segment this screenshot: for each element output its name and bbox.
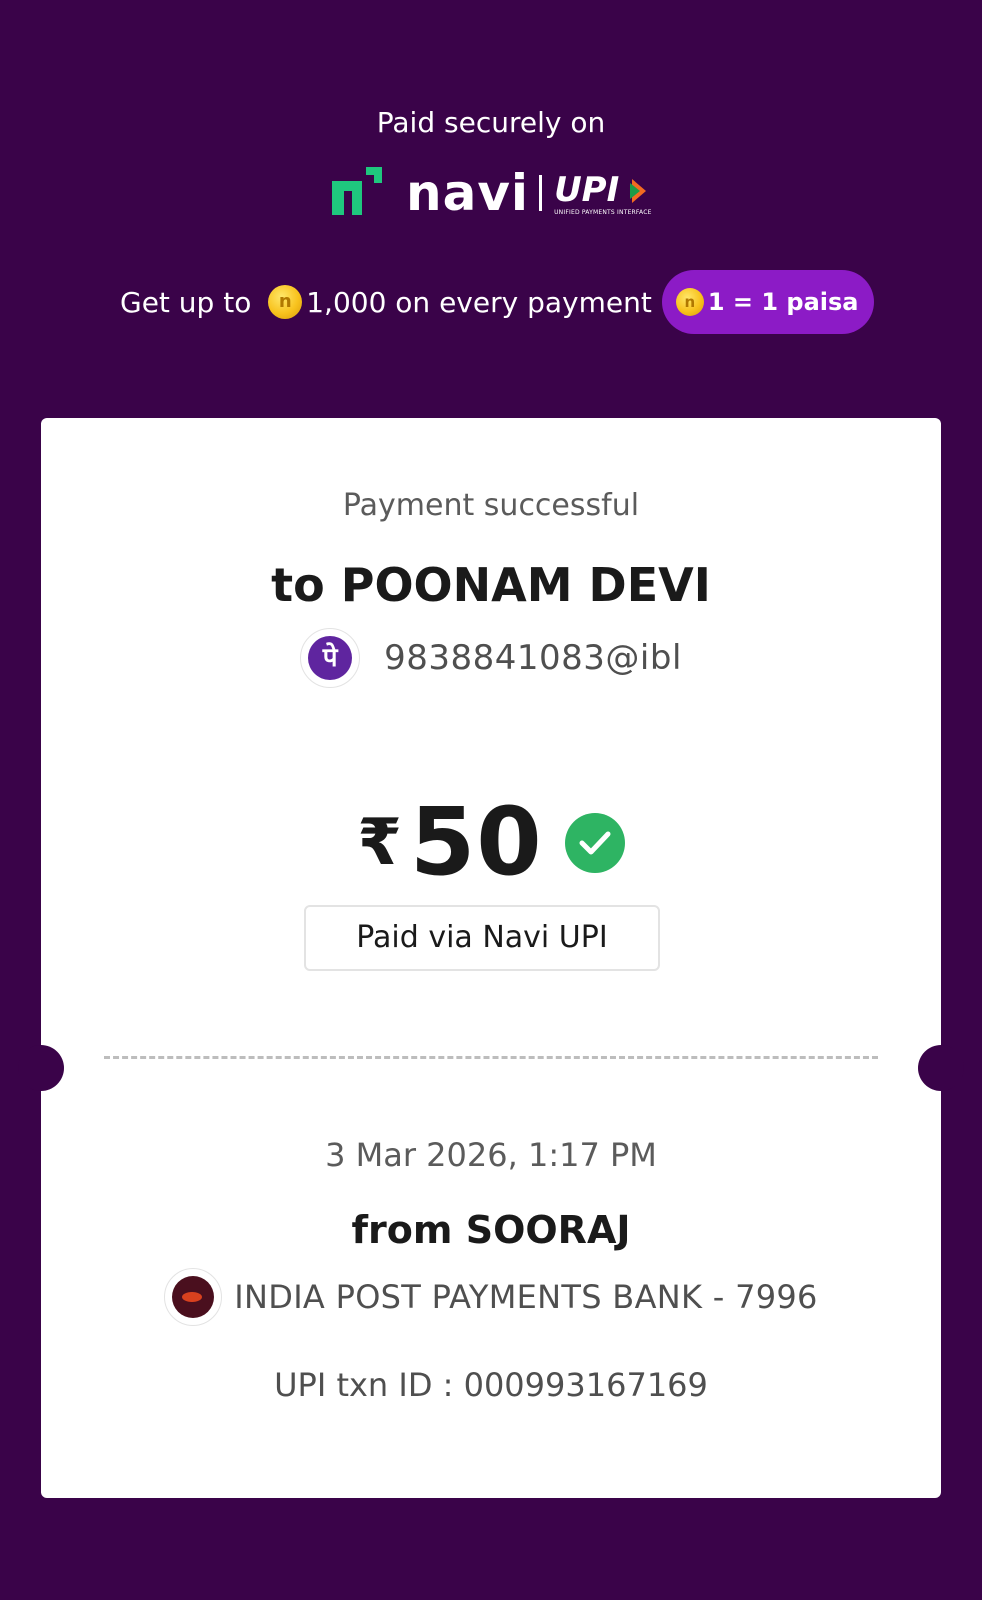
brand-separator	[539, 175, 543, 211]
receipt-card: Payment successful to POONAM DEVI पे 983…	[41, 418, 941, 1498]
coin-icon: n	[268, 285, 303, 319]
paid-via-badge: Paid via Navi UPI	[304, 905, 660, 971]
reward-prefix: Get up to	[120, 285, 261, 319]
reward-banner[interactable]: Get up to n 1,000 on every payment n 1 =…	[120, 270, 875, 334]
amount-row: ₹ 50	[41, 788, 941, 897]
upi-logo-text: UPI	[554, 170, 620, 210]
phonepe-glyph: पे	[308, 636, 353, 680]
payee-name: to POONAM DEVI	[271, 558, 711, 612]
navi-wordmark: navi	[406, 164, 530, 222]
ticket-notch-right	[918, 1045, 964, 1091]
payee-vpa: 9838841083@ibl	[384, 638, 682, 678]
header: Paid securely on navi UPI UNIFIED PAYMEN…	[0, 0, 982, 410]
upi-transaction-id[interactable]: UPI txn ID : 000993167169	[41, 1366, 941, 1404]
payer-bank-account: INDIA POST PAYMENTS BANK - 7996	[234, 1278, 818, 1316]
reward-rate-text: 1 = 1 paisa	[707, 288, 859, 316]
transaction-datetime: 3 Mar 2026, 1:17 PM	[325, 1136, 657, 1174]
payer-name: from SOORAJ	[351, 1208, 631, 1252]
navi-logo-icon	[332, 167, 384, 219]
india-post-bank-icon	[164, 1268, 223, 1326]
ticket-divider	[104, 1056, 878, 1059]
check-circle-icon	[564, 812, 625, 873]
ticket-notch-left	[18, 1045, 64, 1091]
bank-logo	[172, 1276, 215, 1318]
payment-amount: 50	[409, 788, 543, 897]
reward-rate-pill[interactable]: n 1 = 1 paisa	[661, 270, 875, 334]
brand-logos: navi UPI UNIFIED PAYMENTS INTERFACE	[332, 164, 654, 222]
currency-symbol: ₹	[357, 805, 402, 880]
payment-status: Payment successful	[342, 488, 640, 523]
upi-logo-icon: UPI UNIFIED PAYMENTS INTERFACE	[554, 170, 654, 216]
reward-amount: 1,000 on every payment	[306, 285, 652, 319]
phonepe-icon: पे	[300, 628, 361, 688]
payee-vpa-row: पे 9838841083@ibl	[41, 628, 941, 688]
upi-logo-subtitle: UNIFIED PAYMENTS INTERFACE	[554, 209, 652, 216]
payer-bank-row: INDIA POST PAYMENTS BANK - 7996	[41, 1268, 941, 1326]
paid-securely-text: Paid securely on	[376, 106, 606, 139]
coin-icon: n	[675, 288, 704, 316]
